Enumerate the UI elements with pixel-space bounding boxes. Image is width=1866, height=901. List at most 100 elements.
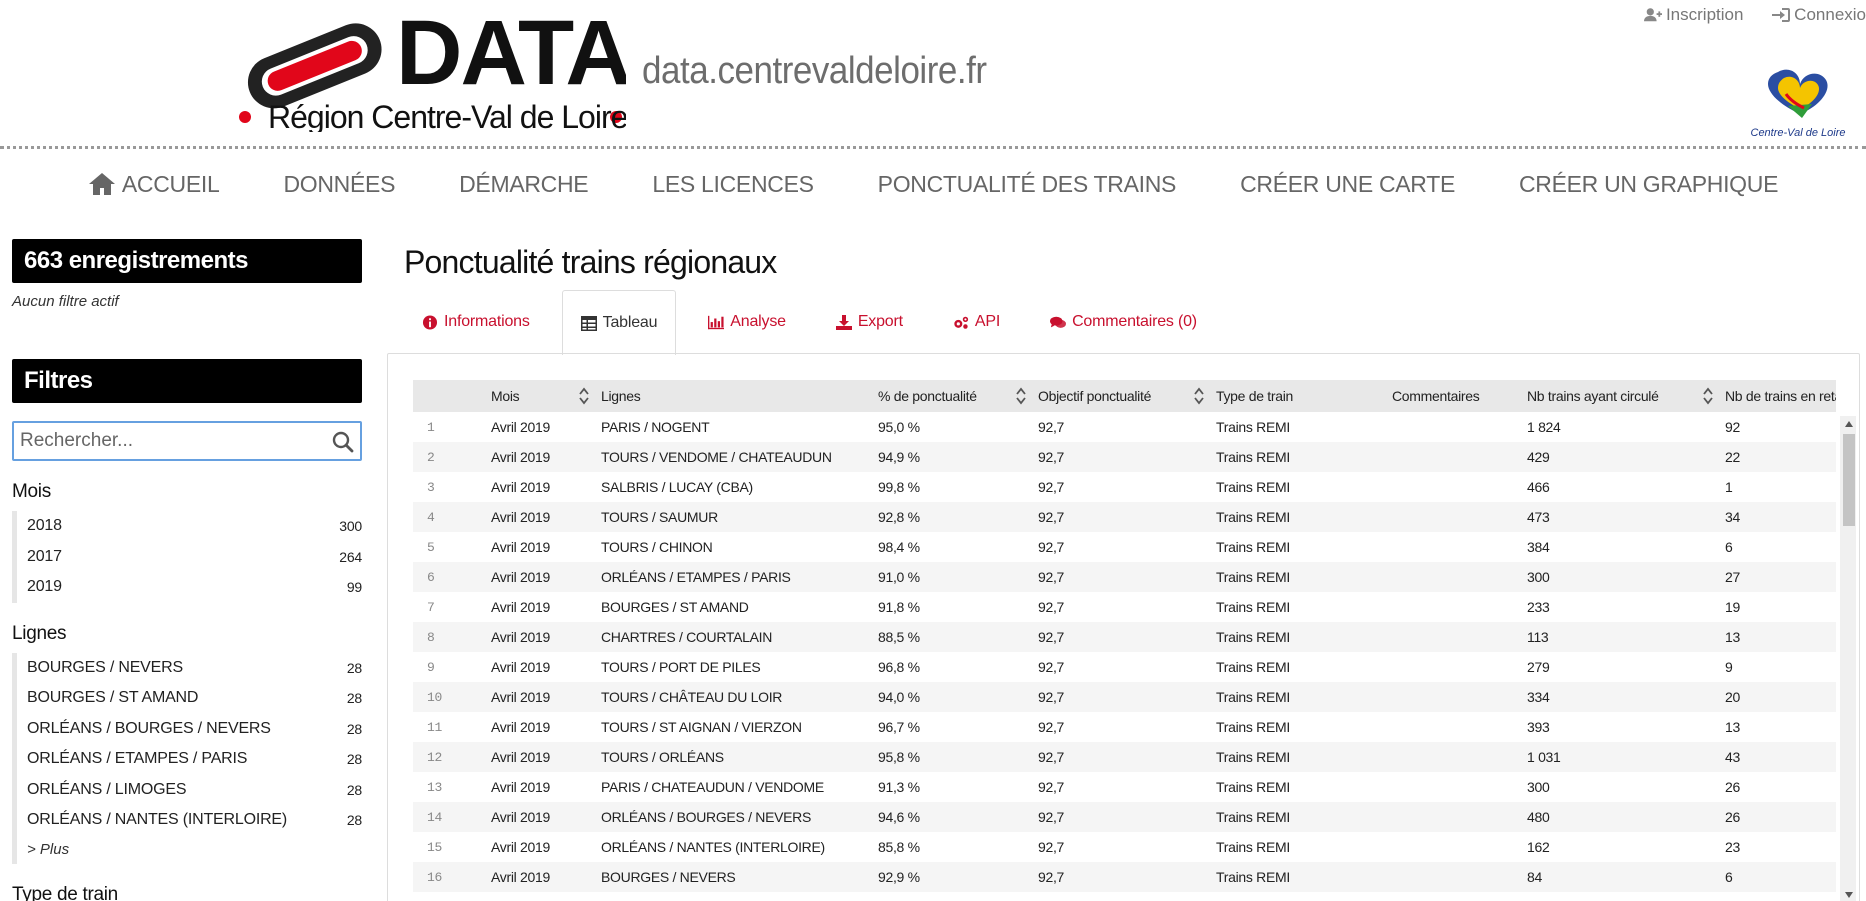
search-input[interactable] bbox=[14, 423, 360, 459]
tab-analyse[interactable]: Analyse bbox=[690, 290, 804, 354]
table-row[interactable]: 5 Avril 2019 TOURS / CHINON 98,4 % 92,7 Train… bbox=[413, 532, 1836, 562]
login-link[interactable]: Connexio bbox=[1772, 5, 1866, 25]
facet-item[interactable]: 2017 264 bbox=[17, 542, 362, 573]
tab-label: Analyse bbox=[730, 313, 786, 330]
cell-nb-retard: 26 bbox=[1725, 809, 1740, 825]
tab-api[interactable]: API bbox=[935, 290, 1018, 354]
facet-item[interactable]: ORLÉANS / BOURGES / NEVERS 28 bbox=[17, 714, 362, 745]
cell-lignes: BOURGES / NEVERS bbox=[601, 869, 736, 885]
facet-item[interactable]: 2018 300 bbox=[17, 511, 362, 542]
facet-item[interactable]: ORLÉANS / ETAMPES / PARIS 28 bbox=[17, 744, 362, 775]
sort-icon[interactable] bbox=[579, 387, 589, 405]
cell-objectif: 92,7 bbox=[1038, 449, 1065, 465]
facet-label: 2017 bbox=[27, 547, 62, 565]
cell-mois: Avril 2019 bbox=[491, 629, 551, 645]
cell-ponctualite: 88,5 % bbox=[878, 629, 920, 645]
cell-mois: Avril 2019 bbox=[491, 479, 551, 495]
table-row[interactable]: 2 Avril 2019 TOURS / VENDOME / CHATEAUDUN 9… bbox=[413, 442, 1836, 472]
facet-count: 28 bbox=[346, 720, 362, 737]
table-row[interactable]: 11 Avril 2019 TOURS / ST AIGNAN / VIERZON 9… bbox=[413, 712, 1836, 742]
scrollbar-thumb[interactable] bbox=[1843, 434, 1855, 526]
cell-lignes: PARIS / CHATEAUDUN / VENDOME bbox=[601, 779, 824, 795]
tab-informations[interactable]: Informations bbox=[404, 290, 548, 354]
facet-item[interactable]: 2019 99 bbox=[17, 572, 362, 603]
cell-type-train: Trains REMI bbox=[1216, 809, 1290, 825]
table-row[interactable]: 16 Avril 2019 BOURGES / NEVERS 92,9 % 92,7 Tr… bbox=[413, 862, 1836, 892]
facet-count: 28 bbox=[346, 659, 362, 676]
scroll-down-arrow[interactable] bbox=[1843, 889, 1855, 901]
tab-label: API bbox=[974, 313, 1001, 330]
cell-row-number: 12 bbox=[427, 749, 443, 765]
nav-accueil[interactable]: ACCUEIL bbox=[56, 164, 252, 204]
cell-nb-trains: 1 031 bbox=[1527, 749, 1561, 765]
signup-link[interactable]: Inscription bbox=[1643, 5, 1743, 25]
info-circle-icon bbox=[422, 314, 438, 330]
facet-count: 300 bbox=[339, 518, 362, 535]
facet-item[interactable]: BOURGES / NEVERS 28 bbox=[17, 653, 362, 684]
facet-item[interactable]: ORLÉANS / LIMOGES 28 bbox=[17, 775, 362, 806]
table-row[interactable]: 7 Avril 2019 BOURGES / ST AMAND 91,8 % 92,7 T… bbox=[413, 592, 1836, 622]
column-header-mois[interactable]: Mois bbox=[491, 380, 601, 412]
scroll-up-arrow[interactable] bbox=[1843, 418, 1855, 430]
nav-donnees[interactable]: DONNÉES bbox=[251, 164, 427, 204]
facet-label: ORLÉANS / ETAMPES / PARIS bbox=[27, 750, 248, 768]
column-header-nb-trains[interactable]: Nb trains ayant circulé bbox=[1527, 380, 1725, 412]
cell-objectif: 92,7 bbox=[1038, 629, 1065, 645]
facet-more-link[interactable]: > Plus bbox=[17, 836, 362, 864]
cell-lignes: CHARTRES / COURTALAIN bbox=[601, 629, 773, 645]
cell-ponctualite: 94,9 % bbox=[878, 449, 920, 465]
search-button[interactable] bbox=[330, 429, 356, 455]
facet-label: BOURGES / NEVERS bbox=[27, 658, 183, 676]
caret-down-icon bbox=[1845, 892, 1853, 898]
tab-export[interactable]: Export bbox=[818, 290, 921, 354]
nav-demarche[interactable]: DÉMARCHE bbox=[427, 164, 620, 204]
tab-spacer bbox=[676, 290, 690, 354]
main-nav: ACCUEIL DONNÉES DÉMARCHE LES LICENCES PO… bbox=[0, 164, 1866, 204]
table-row[interactable]: 8 Avril 2019 CHARTRES / COURTALAIN 88,5 % 92… bbox=[413, 622, 1836, 652]
bar-chart-icon bbox=[708, 315, 725, 329]
cell-row-number: 10 bbox=[427, 689, 443, 705]
sort-icon[interactable] bbox=[1016, 387, 1026, 405]
sort-icon[interactable] bbox=[1194, 387, 1204, 405]
column-header-ponctualite[interactable]: % de ponctualité bbox=[878, 380, 1038, 412]
table-row[interactable]: 10 Avril 2019 TOURS / CHÂTEAU DU LOIR 94,0 … bbox=[413, 682, 1836, 712]
sort-icon[interactable] bbox=[1703, 387, 1713, 405]
cell-lignes: ORLÉANS / NANTES (INTERLOIRE) bbox=[601, 839, 825, 855]
site-logo-link[interactable]: DATA Région Centre-Val de Loire bbox=[236, 2, 632, 135]
table-row[interactable]: 13 Avril 2019 PARIS / CHATEAUDUN / VENDOME… bbox=[413, 772, 1836, 802]
column-header-objectif[interactable]: Objectif ponctualité bbox=[1038, 380, 1216, 412]
table-row[interactable]: 1 Avril 2019 PARIS / NOGENT 95,0 % 92,7 Train… bbox=[413, 412, 1836, 442]
table-row[interactable]: 12 Avril 2019 TOURS / ORLÉANS 95,8 % 92,7 Tra… bbox=[413, 742, 1836, 772]
facet-title-type-train: Type de train bbox=[12, 883, 118, 901]
cell-ponctualite: 92,9 % bbox=[878, 869, 920, 885]
table-row[interactable]: 6 Avril 2019 ORLÉANS / ETAMPES / PARIS 91,0… bbox=[413, 562, 1836, 592]
cell-nb-retard: 19 bbox=[1725, 599, 1740, 615]
table-row[interactable]: 14 Avril 2019 ORLÉANS / BOURGES / NEVERS 94… bbox=[413, 802, 1836, 832]
region-logo: Centre-Val de Loire bbox=[1751, 69, 1845, 139]
cell-mois: Avril 2019 bbox=[491, 779, 551, 795]
tab-tableau[interactable]: Tableau bbox=[561, 290, 677, 355]
nav-creer-graphique[interactable]: CRÉER UN GRAPHIQUE bbox=[1487, 164, 1810, 204]
nav-ponctualite[interactable]: PONCTUALITÉ DES TRAINS bbox=[846, 164, 1208, 204]
cell-row-number: 4 bbox=[427, 509, 435, 525]
cell-lignes: TOURS / VENDOME / CHATEAUDUN bbox=[601, 449, 832, 465]
cell-mois: Avril 2019 bbox=[491, 809, 551, 825]
tab-commentaires[interactable]: Commentaires (0) bbox=[1032, 290, 1215, 354]
cell-type-train: Trains REMI bbox=[1216, 509, 1290, 525]
table-row[interactable]: 9 Avril 2019 TOURS / PORT DE PILES 96,8 % 92… bbox=[413, 652, 1836, 682]
table-row[interactable]: 15 Avril 2019 ORLÉANS / NANTES (INTERLOIRE… bbox=[413, 832, 1836, 862]
cell-ponctualite: 95,0 % bbox=[878, 419, 920, 435]
comments-icon bbox=[1050, 316, 1067, 328]
nav-creer-carte[interactable]: CRÉER UNE CARTE bbox=[1208, 164, 1487, 204]
facet-item[interactable]: BOURGES / ST AMAND 28 bbox=[17, 683, 362, 714]
facet-item[interactable]: ORLÉANS / NANTES (INTERLOIRE) 28 bbox=[17, 805, 362, 836]
cell-ponctualite: 91,3 % bbox=[878, 779, 920, 795]
nav-licences[interactable]: LES LICENCES bbox=[620, 164, 845, 204]
page-title: Ponctualité trains régionaux bbox=[404, 244, 777, 280]
data-logo: DATA Région Centre-Val de Loire bbox=[239, 2, 632, 135]
cell-nb-trains: 480 bbox=[1527, 809, 1550, 825]
table-row[interactable]: 3 Avril 2019 SALBRIS / LUCAY (CBA) 99,8 % 92… bbox=[413, 472, 1836, 502]
cell-nb-trains: 84 bbox=[1527, 869, 1542, 885]
table-scrollbar[interactable] bbox=[1840, 416, 1856, 901]
table-row[interactable]: 4 Avril 2019 TOURS / SAUMUR 92,8 % 92,7 Train… bbox=[413, 502, 1836, 532]
